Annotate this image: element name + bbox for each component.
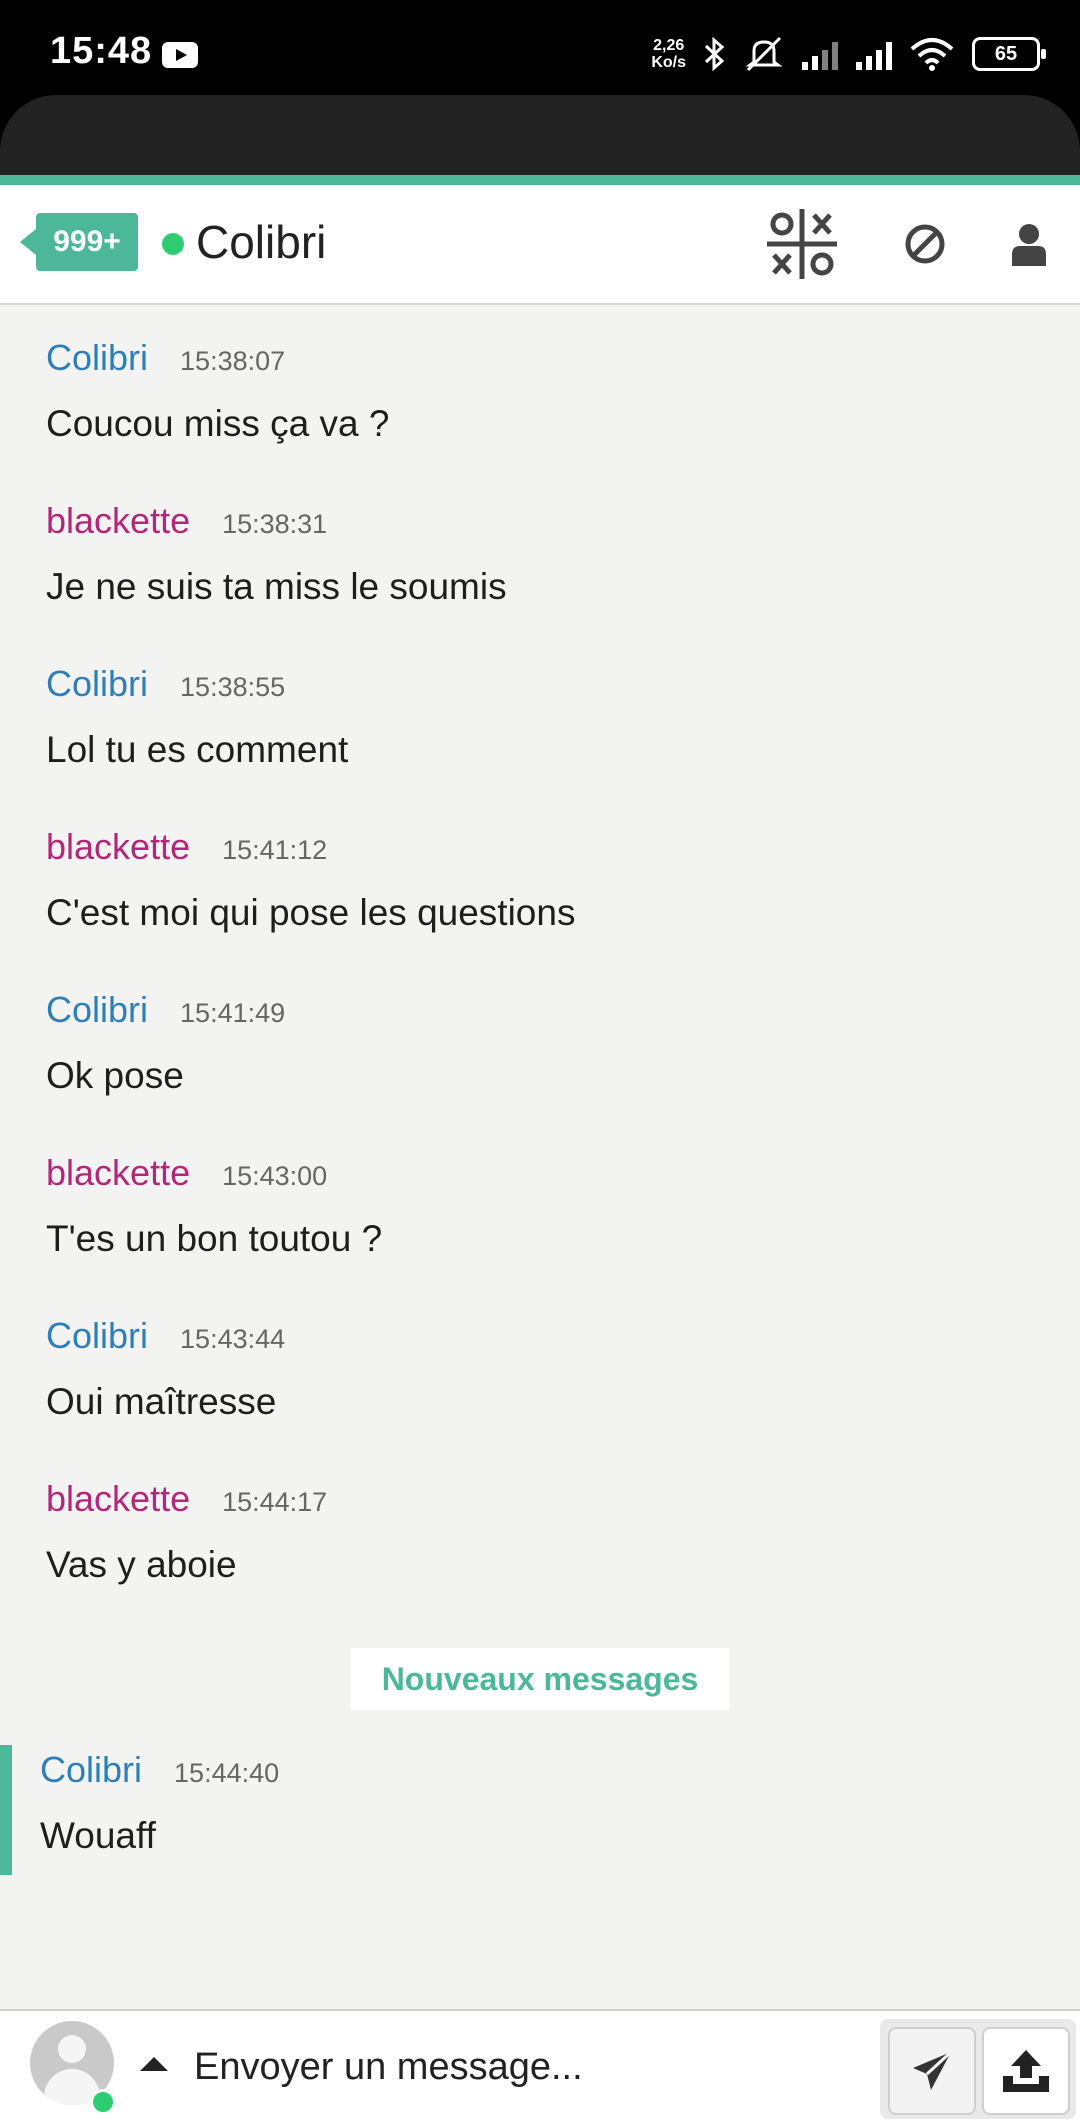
- wifi-icon: [910, 38, 954, 71]
- profile-button[interactable]: [1004, 209, 1054, 279]
- message-text: Je ne suis ta miss le soumis: [46, 566, 507, 607]
- message-author[interactable]: Colibri: [46, 989, 148, 1031]
- message: blackette 15:38:31 Je ne suis ta miss le …: [46, 500, 1026, 608]
- upload-button[interactable]: [982, 2027, 1070, 2115]
- upload-icon: [1003, 2050, 1049, 2092]
- message-time: 15:43:44: [180, 1324, 286, 1354]
- message-time: 15:43:00: [222, 1161, 328, 1191]
- message-author[interactable]: blackette: [46, 826, 190, 868]
- message-author[interactable]: Colibri: [46, 337, 148, 379]
- message-time: 15:41:49: [180, 998, 286, 1028]
- message-text: Ok pose: [46, 1055, 184, 1096]
- new-messages-divider: Nouveaux messages: [351, 1648, 729, 1710]
- block-icon: [905, 224, 945, 264]
- tic-tac-toe-game-button[interactable]: [764, 209, 840, 279]
- message-time: 15:38:07: [180, 346, 286, 376]
- message: Colibri 15:38:55 Lol tu es comment: [46, 663, 1026, 771]
- message-author[interactable]: Colibri: [46, 1315, 148, 1357]
- message-text: Wouaff: [40, 1815, 156, 1856]
- message-input[interactable]: [192, 2031, 856, 2103]
- status-bar: 15:48 2,26 Ko/s 65: [0, 0, 1080, 95]
- mute-bell-icon: [745, 36, 783, 72]
- message-author[interactable]: blackette: [46, 1152, 190, 1194]
- message: Colibri 15:43:44 Oui maîtresse: [46, 1315, 1026, 1423]
- status-icons: 2,26 Ko/s 65: [651, 34, 1046, 74]
- message-author[interactable]: blackette: [46, 1478, 190, 1520]
- message: Colibri 15:38:07 Coucou miss ça va ?: [46, 337, 1026, 445]
- message: Colibri 15:41:49 Ok pose: [46, 989, 1026, 1097]
- app-top-band: [0, 95, 1080, 185]
- network-speed-value: 2,26: [653, 37, 685, 54]
- expand-up-icon[interactable]: [140, 2057, 168, 2071]
- message-time: 15:38:31: [222, 509, 328, 539]
- message: blackette 15:41:12 C'est moi qui pose les…: [46, 826, 1026, 934]
- message: blackette 15:44:17 Vas y aboie: [46, 1478, 1026, 1586]
- network-speed: 2,26 Ko/s: [651, 37, 686, 71]
- unread-back-badge[interactable]: 999+: [20, 213, 138, 271]
- user-icon: [1012, 224, 1046, 266]
- send-icon: [913, 2050, 953, 2090]
- accent-rule: [0, 175, 1080, 185]
- message-text: Coucou miss ça va ?: [46, 403, 390, 444]
- bluetooth-icon: [704, 37, 725, 71]
- battery-icon: 65: [972, 37, 1046, 71]
- contact-name[interactable]: Colibri: [196, 215, 326, 269]
- youtube-notification-icon: [162, 42, 198, 68]
- signal-icon-2: [856, 38, 892, 70]
- signal-icon-1: [802, 38, 838, 70]
- message-text: Oui maîtresse: [46, 1381, 277, 1422]
- tic-tac-toe-icon: [767, 209, 837, 279]
- message-time: 15:44:40: [174, 1758, 280, 1788]
- message-text: Lol tu es comment: [46, 729, 349, 770]
- online-status-dot: [162, 233, 184, 255]
- message-text: Vas y aboie: [46, 1544, 237, 1585]
- composer-bar: [0, 2009, 1080, 2125]
- message-time: 15:41:12: [222, 835, 328, 865]
- chat-header: 999+ Colibri: [0, 185, 1080, 305]
- message-text: C'est moi qui pose les questions: [46, 892, 576, 933]
- send-button[interactable]: [888, 2027, 976, 2115]
- new-message: Colibri 15:44:40 Wouaff: [0, 1745, 1020, 1875]
- message-list[interactable]: Colibri 15:38:07 Coucou miss ça va ? blac…: [0, 305, 1080, 2009]
- message-author[interactable]: Colibri: [46, 663, 148, 705]
- message-time: 15:44:17: [222, 1487, 328, 1517]
- composer-actions: [880, 2019, 1076, 2119]
- message-author[interactable]: blackette: [46, 500, 190, 542]
- my-online-dot: [90, 2089, 116, 2115]
- message-text: T'es un bon toutou ?: [46, 1218, 383, 1259]
- message: blackette 15:43:00 T'es un bon toutou ?: [46, 1152, 1026, 1260]
- status-time: 15:48: [50, 30, 153, 72]
- network-speed-unit: Ko/s: [651, 54, 686, 71]
- message-author[interactable]: Colibri: [40, 1749, 142, 1791]
- block-user-button[interactable]: [900, 209, 950, 279]
- message-time: 15:38:55: [180, 672, 286, 702]
